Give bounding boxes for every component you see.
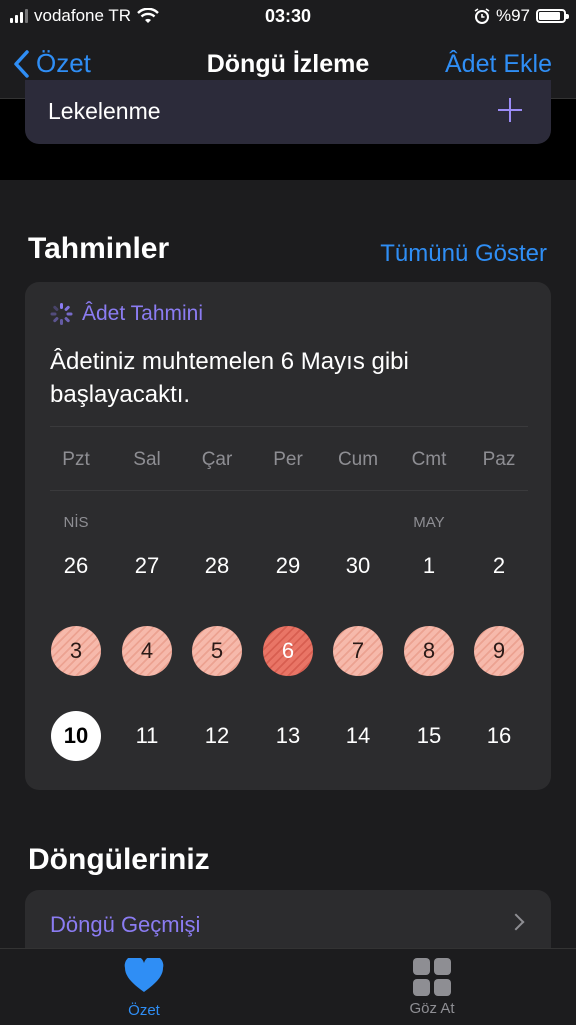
prediction-card-title: Âdet Tahmini (82, 302, 204, 325)
heart-icon (124, 955, 164, 992)
spotting-label: Lekelenme (48, 98, 161, 124)
tab-browse[interactable]: Göz At (362, 958, 502, 1017)
weekday-label: Cum (337, 449, 379, 470)
show-all-link[interactable]: Tümünü Göster (380, 240, 547, 268)
calendar-day[interactable]: 13 (263, 711, 313, 761)
calendar-day[interactable]: 28 (192, 541, 242, 591)
calendar-day[interactable]: 2 (474, 541, 524, 591)
tab-browse-label: Göz At (409, 1000, 455, 1017)
weekday-label: Sal (133, 449, 161, 470)
calendar-day[interactable]: 11 (122, 711, 172, 761)
weekday-label: Pzt (62, 449, 90, 470)
calendar-day[interactable]: 30 (333, 541, 383, 591)
add-spotting-button[interactable] (496, 96, 524, 124)
calendar-day-predicted[interactable]: 8 (404, 626, 454, 676)
calendar-day-predicted[interactable]: 3 (51, 626, 101, 676)
loading-spinner-icon (50, 303, 73, 325)
calendar-day-today[interactable]: 10 (51, 711, 101, 761)
calendar-day[interactable]: 14 (333, 711, 383, 761)
status-right: %97 (474, 6, 569, 26)
calendar-day[interactable]: 1 (404, 541, 454, 591)
calendar-day[interactable]: 27 (122, 541, 172, 591)
weekday-label: Paz (482, 449, 516, 470)
calendar-day-predicted[interactable]: 9 (474, 626, 524, 676)
weekday-label: Per (273, 449, 303, 470)
calendar-day[interactable]: 16 (474, 711, 524, 761)
prediction-header: Âdet Tahmini (50, 302, 203, 326)
weekday-label: Cmt (411, 449, 447, 470)
month-label-april: NİS (63, 514, 89, 531)
tab-summary[interactable]: Özet (74, 955, 214, 1019)
calendar-day-predicted[interactable]: 5 (192, 626, 242, 676)
calendar-day[interactable]: 26 (51, 541, 101, 591)
cycle-history-label: Döngü Geçmişi (50, 912, 201, 937)
battery-label: %97 (495, 6, 530, 25)
battery-icon (536, 9, 569, 23)
calendar-day[interactable]: 29 (263, 541, 313, 591)
divider (50, 426, 528, 427)
calendar-day-predicted[interactable]: 7 (333, 626, 383, 676)
calendar-day[interactable]: 15 (404, 711, 454, 761)
add-period-button[interactable]: Âdet Ekle (445, 50, 552, 79)
calendar-day-predicted[interactable]: 6 (263, 626, 313, 676)
month-label-may: MAY (413, 514, 445, 531)
battery-fill (539, 12, 560, 20)
grid-icon (413, 958, 451, 996)
alarm-icon (474, 8, 490, 24)
divider (50, 490, 528, 491)
weekday-label: Çar (201, 449, 233, 470)
calendar-day-predicted[interactable]: 4 (122, 626, 172, 676)
tab-summary-label: Özet (128, 1002, 160, 1019)
predictions-title: Tahminler (28, 232, 170, 265)
cycles-title: Döngüleriniz (28, 843, 210, 876)
calendar-day[interactable]: 12 (192, 711, 242, 761)
prediction-message: Âdetiniz muhtemelen 6 Mayıs gibi başlaya… (50, 348, 409, 408)
